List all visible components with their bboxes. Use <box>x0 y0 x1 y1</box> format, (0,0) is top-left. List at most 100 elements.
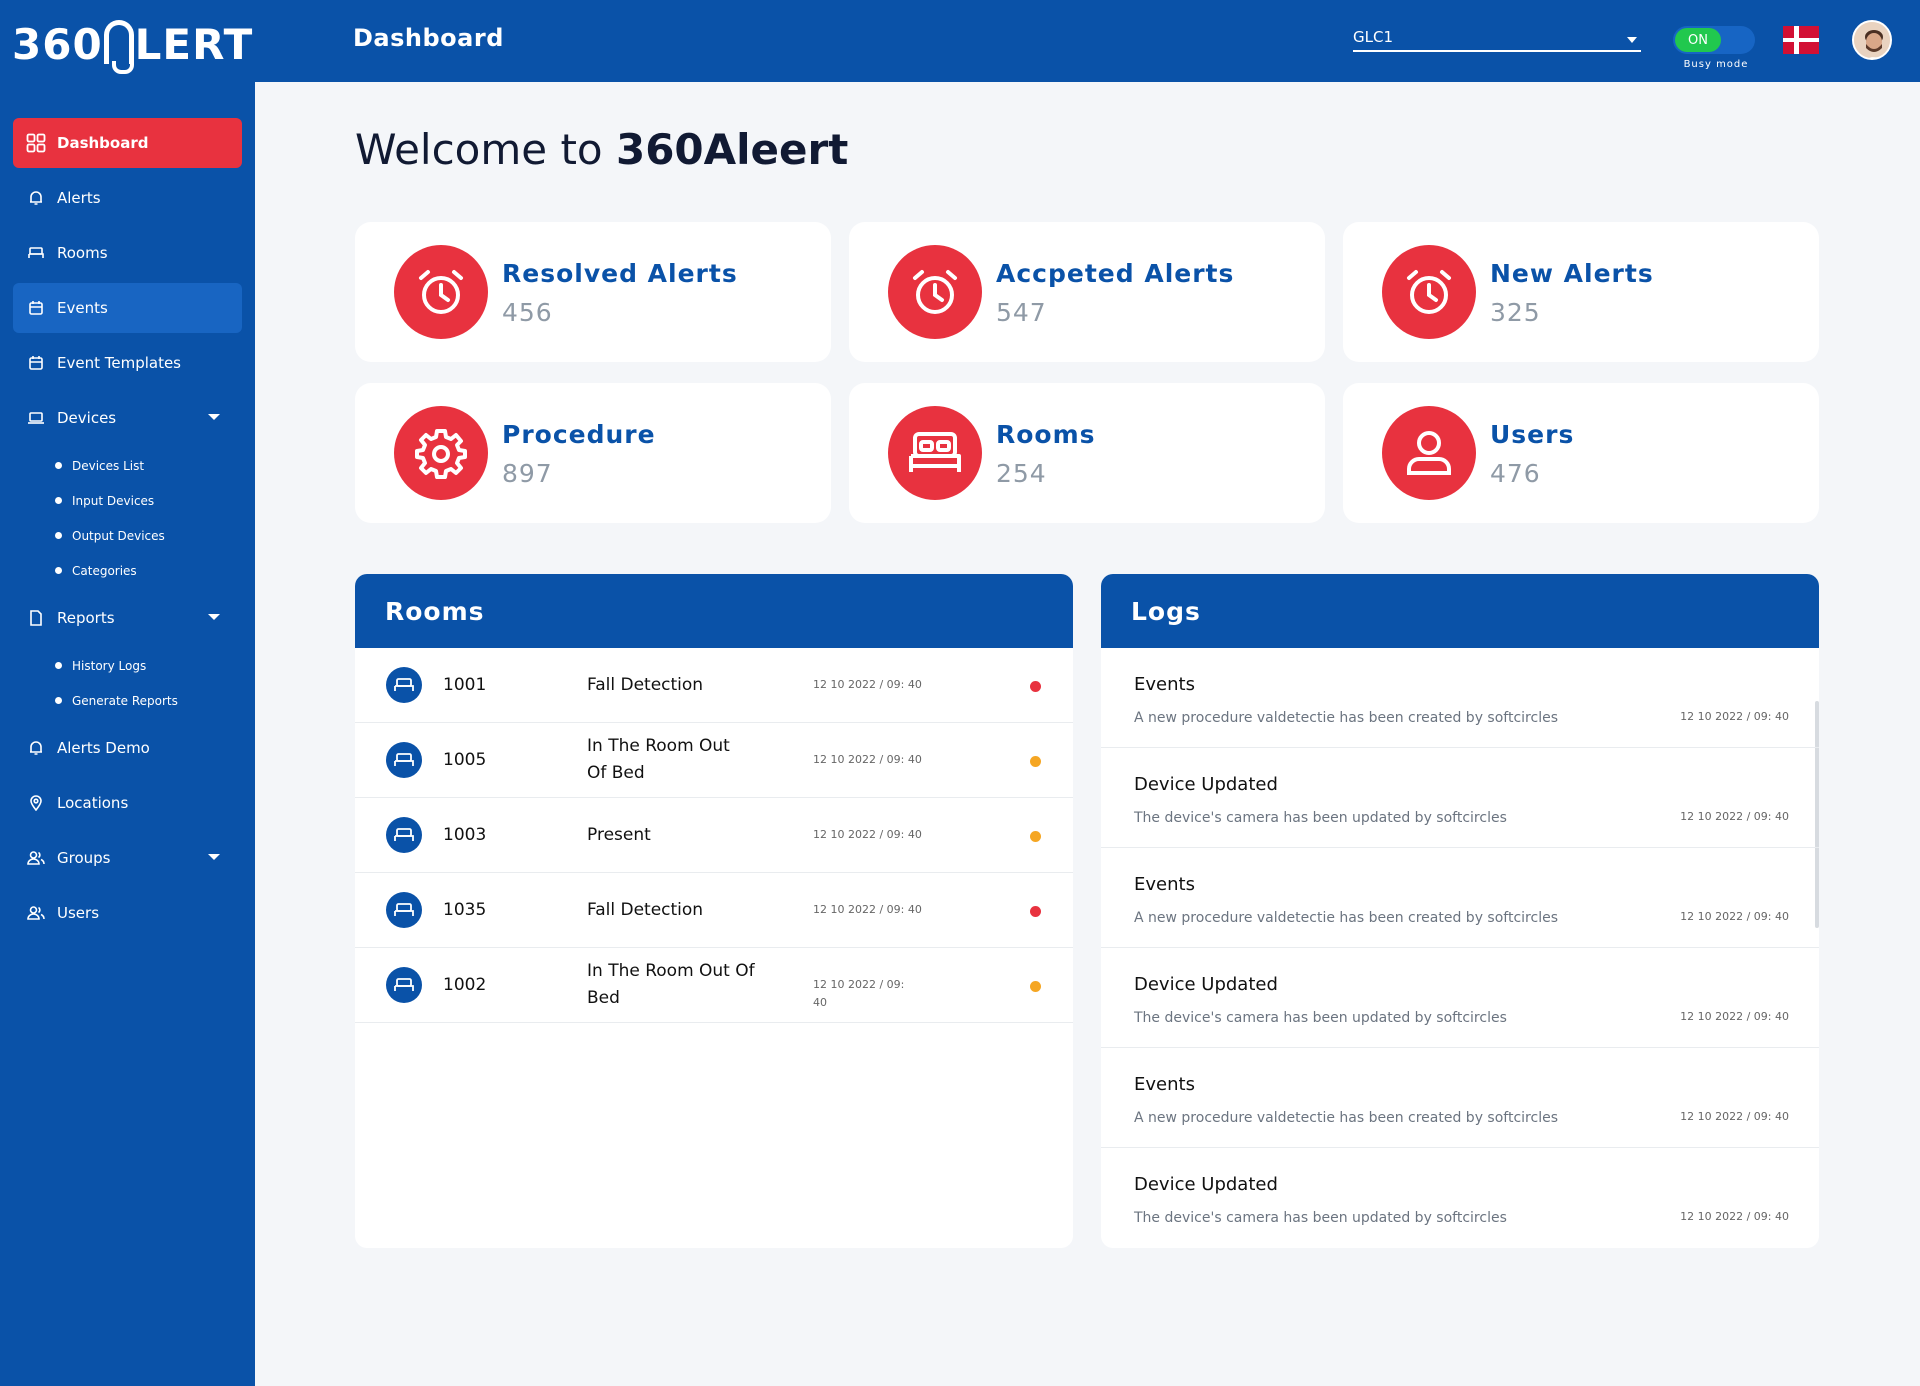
bed-icon <box>386 892 422 928</box>
busy-mode-toggle[interactable]: ON <box>1673 26 1755 54</box>
sidebar-item-label: Alerts Demo <box>57 739 150 757</box>
sidebar-subitem-devices-list[interactable]: Devices List <box>13 448 242 483</box>
log-title: Device Updated <box>1134 974 1278 995</box>
stat-label: Users <box>1490 420 1575 449</box>
status-dot <box>1030 756 1041 767</box>
stat-card-resolved-alerts[interactable]: Resolved Alerts 456 <box>355 222 831 362</box>
sidebar-subitem-history-logs[interactable]: History Logs <box>13 648 242 683</box>
rooms-panel: Rooms 1001 Fall Detection 12 10 2022 / 0… <box>355 574 1073 1248</box>
chevron-down-icon[interactable] <box>208 854 220 860</box>
sidebar-subitem-label: Input Devices <box>72 493 155 508</box>
stat-label: Accpeted Alerts <box>996 259 1235 288</box>
stat-card-procedure[interactable]: Procedure 897 <box>355 383 831 523</box>
table-row[interactable]: 1001 Fall Detection 12 10 2022 / 09: 40 <box>355 648 1073 723</box>
chevron-down-icon[interactable] <box>208 614 220 620</box>
stat-card-accepted-alerts[interactable]: Accpeted Alerts 547 <box>849 222 1325 362</box>
log-description: The device's camera has been updated by … <box>1134 810 1507 826</box>
list-item[interactable]: Device Updated The device's camera has b… <box>1101 948 1819 1048</box>
gear-icon <box>394 406 488 500</box>
sidebar-subitem-label: Devices List <box>72 458 145 473</box>
logs-panel: Logs Events A new procedure valdetectie … <box>1101 574 1819 1248</box>
chevron-down-icon[interactable] <box>208 414 220 420</box>
stat-card-new-alerts[interactable]: New Alerts 325 <box>1343 222 1819 362</box>
sidebar-item-events[interactable]: Events <box>13 283 242 333</box>
log-description: A new procedure valdetectie has been cre… <box>1134 910 1558 926</box>
table-row[interactable]: 1002 In The Room Out Of Bed 12 10 2022 /… <box>355 948 1073 1023</box>
list-item[interactable]: Events A new procedure valdetectie has b… <box>1101 648 1819 748</box>
group-icon <box>25 847 47 869</box>
list-item[interactable]: Events A new procedure valdetectie has b… <box>1101 1048 1819 1148</box>
sidebar-item-dashboard[interactable]: Dashboard <box>13 118 242 168</box>
stat-label: Procedure <box>502 420 656 449</box>
sidebar-item-label: Alerts <box>57 189 101 207</box>
log-timestamp: 12 10 2022 / 09: 40 <box>1680 910 1789 923</box>
stat-value: 325 <box>1490 298 1541 327</box>
log-timestamp: 12 10 2022 / 09: 40 <box>1680 1210 1789 1223</box>
room-timestamp: 12 10 2022 / 09: 40 <box>813 978 905 1009</box>
bed-icon <box>386 667 422 703</box>
room-alert-type: Fall Detection <box>587 675 704 695</box>
sidebar-item-devices[interactable]: Devices <box>13 393 242 443</box>
sidebar-subitem-label: Output Devices <box>72 528 165 543</box>
sidebar-item-label: Events <box>57 299 108 317</box>
table-row[interactable]: 1005 In The Room Out Of Bed 12 10 2022 /… <box>355 723 1073 798</box>
sidebar-subitem-input-devices[interactable]: Input Devices <box>13 483 242 518</box>
denmark-flag-icon[interactable] <box>1783 26 1819 54</box>
alarm-clock-icon <box>394 245 488 339</box>
bullet-icon <box>55 532 62 539</box>
sidebar-item-label: Event Templates <box>57 354 181 372</box>
table-row[interactable]: 1003 Present 12 10 2022 / 09: 40 <box>355 798 1073 873</box>
stat-value: 476 <box>1490 459 1541 488</box>
status-dot <box>1030 831 1041 842</box>
stat-value: 897 <box>502 459 553 488</box>
sidebar-subitem-categories[interactable]: Categories <box>13 553 242 588</box>
room-alert-type: Fall Detection <box>587 900 704 920</box>
list-item[interactable]: Events A new procedure valdetectie has b… <box>1101 848 1819 948</box>
rooms-panel-title: Rooms <box>355 574 1073 648</box>
list-item[interactable]: Device Updated The device's camera has b… <box>1101 748 1819 848</box>
welcome-prefix: Welcome to <box>355 125 616 174</box>
sidebar-subitem-output-devices[interactable]: Output Devices <box>13 518 242 553</box>
alarm-clock-icon <box>888 245 982 339</box>
sidebar-item-event-templates[interactable]: Event Templates <box>13 338 242 388</box>
stat-card-rooms[interactable]: Rooms 254 <box>849 383 1325 523</box>
bed-icon <box>386 742 422 778</box>
list-item[interactable]: Device Updated The device's camera has b… <box>1101 1148 1819 1248</box>
stat-card-users[interactable]: Users 476 <box>1343 383 1819 523</box>
status-dot <box>1030 906 1041 917</box>
welcome-name: 360Aleert <box>615 125 849 174</box>
status-dot <box>1030 981 1041 992</box>
bell-icon <box>25 187 47 209</box>
calendar-icon <box>25 297 47 319</box>
sidebar-item-alerts-demo[interactable]: Alerts Demo <box>13 723 242 773</box>
sidebar-item-users[interactable]: Users <box>13 888 242 938</box>
bed-icon <box>386 967 422 1003</box>
location-select-value: GLC1 <box>1353 28 1393 46</box>
log-timestamp: 12 10 2022 / 09: 40 <box>1680 1010 1789 1023</box>
avatar[interactable] <box>1852 20 1892 60</box>
bullet-icon <box>55 462 62 469</box>
sidebar-item-reports[interactable]: Reports <box>13 593 242 643</box>
sidebar-subitem-generate-reports[interactable]: Generate Reports <box>13 683 242 718</box>
laptop-icon <box>25 407 47 429</box>
log-description: The device's camera has been updated by … <box>1134 1010 1507 1026</box>
welcome-heading: Welcome to 360Aleert <box>355 125 848 174</box>
room-alert-type: In The Room Out Of Bed <box>587 736 730 783</box>
sidebar-item-groups[interactable]: Groups <box>13 833 242 883</box>
brand-logo[interactable]: 360 LERT <box>12 18 253 74</box>
sidebar-item-alerts[interactable]: Alerts <box>13 173 242 223</box>
table-row[interactable]: 1035 Fall Detection 12 10 2022 / 09: 40 <box>355 873 1073 948</box>
log-description: A new procedure valdetectie has been cre… <box>1134 1110 1558 1126</box>
page-title: Dashboard <box>353 24 504 52</box>
calendar-icon <box>25 352 47 374</box>
log-title: Device Updated <box>1134 774 1278 795</box>
alarm-clock-icon <box>1382 245 1476 339</box>
room-number: 1035 <box>443 900 487 920</box>
log-description: The device's camera has been updated by … <box>1134 1210 1507 1226</box>
log-timestamp: 12 10 2022 / 09: 40 <box>1680 810 1789 823</box>
room-number: 1001 <box>443 675 487 695</box>
stat-value: 456 <box>502 298 553 327</box>
location-select[interactable]: GLC1 <box>1353 28 1641 52</box>
sidebar-item-locations[interactable]: Locations <box>13 778 242 828</box>
sidebar-item-rooms[interactable]: Rooms <box>13 228 242 278</box>
